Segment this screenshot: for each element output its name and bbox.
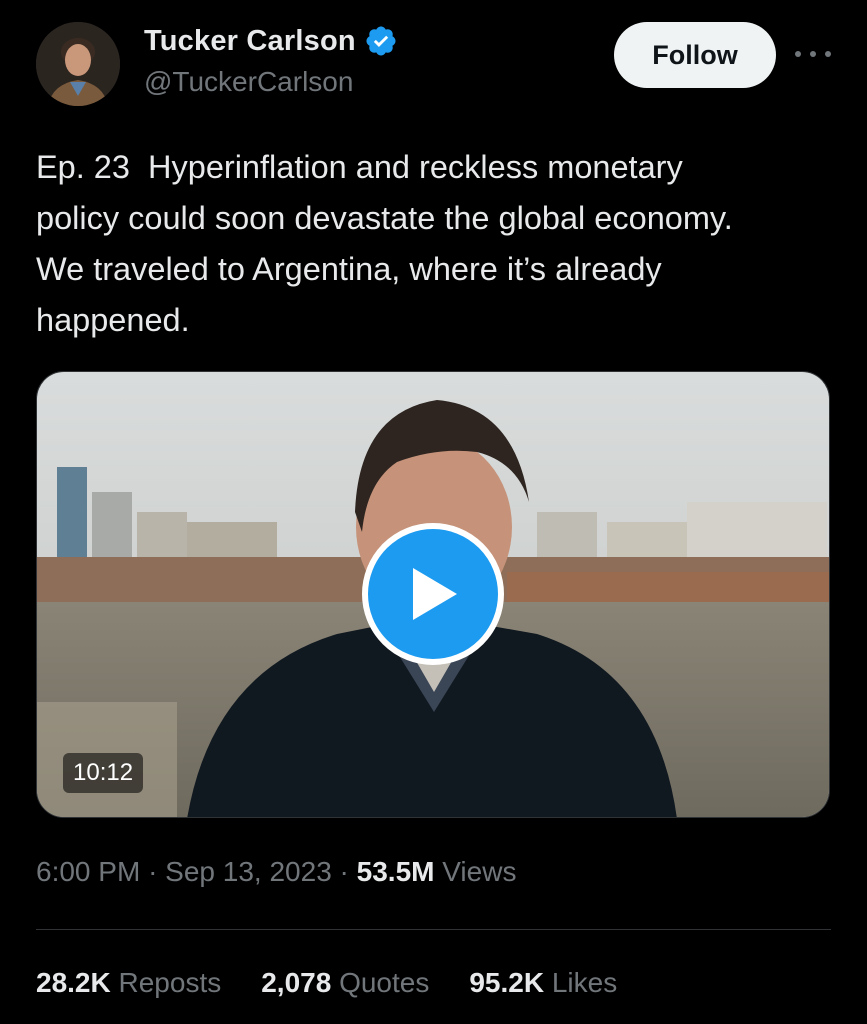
views-count[interactable]: 53.5M [357,856,435,887]
meta-separator: · [339,856,349,887]
play-button[interactable] [362,523,504,665]
reposts-stat[interactable]: 28.2K Reposts [36,967,221,999]
quotes-count: 2,078 [261,967,332,998]
divider [36,929,831,930]
video-duration-badge: 10:12 [63,753,144,793]
author-handle[interactable]: @TuckerCarlson [144,66,353,98]
author-name-row: Tucker Carlson [144,24,398,58]
more-dot [810,51,816,57]
likes-stat[interactable]: 95.2K Likes [469,967,617,999]
author-display-name[interactable]: Tucker Carlson [144,25,356,58]
engagement-stats: 28.2K Reposts 2,078 Quotes 95.2K Likes [36,967,617,999]
reposts-count: 28.2K [36,967,111,998]
video-player[interactable]: 10:12 [36,371,830,818]
reposts-label: Reposts [118,967,222,998]
play-icon [405,564,461,624]
tweet-date[interactable]: Sep 13, 2023 [165,856,332,887]
likes-label: Likes [551,967,618,998]
tweet-text: Ep. 23 Hyperinflation and reckless monet… [36,149,733,338]
quotes-label: Quotes [339,967,430,998]
quotes-stat[interactable]: 2,078 Quotes [261,967,429,999]
more-dot [825,51,831,57]
likes-count: 95.2K [469,967,545,998]
verified-badge-icon [364,24,398,58]
tweet-meta: 6:00 PM · Sep 13, 2023 · 53.5M Views [36,856,516,888]
follow-button[interactable]: Follow [614,22,776,88]
avatar[interactable] [36,22,120,106]
views-label[interactable]: Views [442,856,516,887]
meta-separator: · [148,856,158,887]
more-dot [795,51,801,57]
tweet-time[interactable]: 6:00 PM [36,856,140,887]
more-options-icon[interactable] [795,40,831,68]
